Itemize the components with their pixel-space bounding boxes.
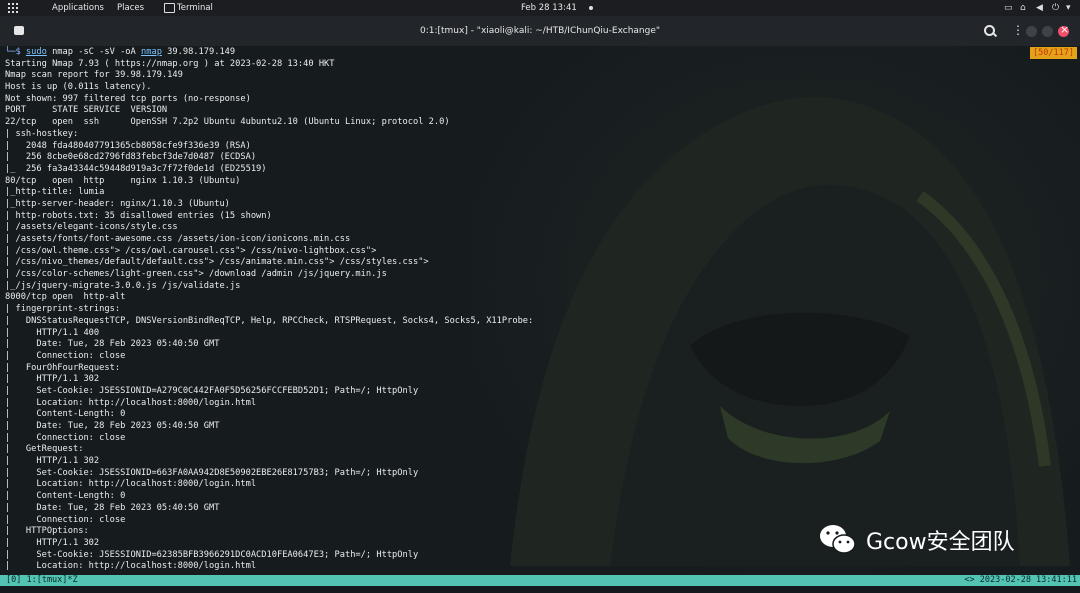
terminal-line: | Set-Cookie: JSESSIONID=A279C0C442FA0F5… (5, 385, 419, 396)
terminal-line: | HTTP/1.1 302 (5, 537, 100, 548)
watermark: Gcow安全团队 (818, 523, 1015, 557)
prompt-line: └─$ sudo nmap -sC -sV -oA nmap 39.98.179… (5, 47, 533, 59)
terminal-line: | Connection: close (5, 514, 126, 525)
terminal-line: | Location: http://localhost:8000/login.… (5, 397, 257, 408)
terminal-line: | Content-Length: 0 (5, 409, 126, 420)
terminal-line: | http-robots.txt: 35 disallowed entries… (5, 210, 272, 221)
window-title: 0:1:[tmux] - "xiaoli@kali: ~/HTB/IChunQi… (419, 26, 661, 36)
command-nmap: nmap (141, 47, 162, 57)
terminal-lines: └─$ sudo nmap -sC -sV -oA nmap 39.98.179… (5, 47, 533, 573)
terminal-line: | /css/color-schemes/light-green.css"> /… (5, 269, 387, 280)
terminal-line: | fingerprint-strings: (5, 304, 121, 315)
terminal-line: |_http-server-header: nginx/1.10.3 (Ubun… (5, 198, 230, 209)
places-menu[interactable]: Places (117, 3, 144, 13)
clock[interactable]: Feb 28 13:41 (521, 3, 577, 13)
watermark-text: Gcow安全团队 (866, 530, 1015, 555)
terminal-output[interactable]: [50/117] └─$ sudo nmap -sC -sV -oA nmap … (0, 46, 1080, 575)
terminal-line: | /assets/elegant-icons/style.css (5, 222, 178, 233)
terminal-line: | HTTP/1.1 302 (5, 374, 100, 385)
bottom-edge (0, 586, 1080, 593)
terminal-line: |_ 256 fa3a43344c59448d919a3c7f72f0de1d … (5, 163, 267, 174)
terminal-line: | Location: http://localhost:8000/login.… (5, 479, 257, 490)
terminal-line: | /assets/fonts/font-awesome.css /assets… (5, 234, 351, 244)
command-target: 39.98.179.149 (161, 47, 236, 57)
terminal-menu[interactable]: Terminal (177, 3, 213, 13)
terminal-line: 8000/tcp open http-alt (5, 292, 126, 303)
terminal-line: PORT STATE SERVICE VERSION (5, 105, 168, 116)
terminal-line: 80/tcp open http nginx 1.10.3 (Ubuntu) (5, 175, 241, 186)
terminal-line: | Date: Tue, 28 Feb 2023 05:40:50 GMT (5, 502, 220, 513)
terminal-line: | 256 8cbe0e68cd2796fd83febcf3de7d0487 (… (5, 152, 257, 163)
terminal-line: | /css/nivo_themes/default/default.css">… (5, 257, 429, 268)
terminal-line: | DNSStatusRequestTCP, DNSVersionBindReq… (5, 315, 534, 326)
tmux-datetime: <> 2023-02-28 13:41:11 (964, 575, 1077, 585)
terminal-line: | HTTPOptions: (5, 526, 89, 537)
terminal-line: | /css/owl.theme.css"> /css/owl.carousel… (5, 245, 377, 256)
terminal-line: | Set-Cookie: JSESSIONID=663FA0AA942D8E5… (5, 467, 419, 478)
terminal-line: Starting Nmap 7.93 ( https://nmap.org ) … (5, 58, 335, 69)
scrollback-counter: [50/117] (1030, 47, 1077, 59)
terminal-icon (164, 3, 175, 13)
applications-menu[interactable]: Applications (52, 3, 104, 13)
tmux-status-bar: [0] 1:[tmux]*Z <> 2023-02-28 13:41:11 (0, 575, 1080, 586)
terminal-line: Not shown: 997 filtered tcp ports (no-re… (5, 93, 251, 104)
terminal-line: | Set-Cookie: JSESSIONID=62385BFB3966291… (5, 549, 419, 560)
display-icon[interactable]: ▭ (1004, 3, 1013, 13)
search-icon[interactable] (984, 25, 995, 36)
network-icon[interactable]: ⌂ (1020, 3, 1026, 13)
tmux-window-list[interactable]: [0] 1:[tmux]*Z (6, 575, 78, 586)
command-sudo: sudo (25, 47, 47, 57)
terminal-line: | GetRequest: (5, 444, 84, 455)
wechat-icon (820, 525, 856, 554)
close-button[interactable] (1058, 23, 1069, 37)
menu-kebab-icon[interactable]: ⋮ (1012, 24, 1024, 36)
power-icon[interactable]: ⏻ (1052, 3, 1059, 13)
hooded-figure-background (470, 46, 1080, 575)
terminal-line: |_/js/jquery-migrate-3.0.0.js /js/valida… (5, 280, 241, 291)
maximize-button[interactable] (1042, 26, 1053, 37)
terminal-line: |_http-title: lumia (5, 187, 105, 198)
activities-grid-icon[interactable] (8, 3, 18, 13)
terminal-line: | Location: http://localhost:8000/login.… (5, 561, 257, 572)
terminal-line: | Connection: close (5, 432, 126, 443)
terminal-line: | ssh-hostkey: (5, 128, 79, 139)
terminal-line: | Connection: close (5, 350, 126, 361)
terminal-line: | Date: Tue, 28 Feb 2023 05:40:50 GMT (5, 421, 220, 431)
terminal-line: | FourOhFourRequest: (5, 362, 121, 373)
terminal-line: | Content-Length: 0 (5, 491, 126, 502)
command-args: nmap -sC -sV -oA (46, 47, 141, 57)
terminal-line: | 2048 fda480407791365cb8058cfe9f336e39 … (5, 140, 251, 151)
terminal-line: 22/tcp open ssh OpenSSH 7.2p2 Ubuntu 4ub… (5, 117, 450, 128)
volume-icon[interactable]: ◀ (1036, 3, 1043, 13)
terminal-line: Nmap scan report for 39.98.179.149 (5, 70, 183, 81)
terminal-line: | HTTP/1.1 400 (5, 327, 100, 338)
terminal-line: | HTTP/1.1 302 (5, 456, 100, 467)
minimize-button[interactable] (1026, 26, 1037, 37)
terminal-line: Host is up (0.011s latency). (5, 82, 152, 93)
terminal-line: | Date: Tue, 28 Feb 2023 05:40:50 GMT (5, 339, 220, 350)
chevron-down-icon[interactable]: ▾ (1066, 3, 1071, 13)
notification-dot-icon (589, 6, 593, 10)
prompt-prefix: └─$ (5, 47, 26, 57)
window-titlebar: 0:1:[tmux] - "xiaoli@kali: ~/HTB/IChunQi… (0, 16, 1080, 46)
top-panel: Applications Places Terminal Feb 28 13:4… (0, 0, 1080, 16)
